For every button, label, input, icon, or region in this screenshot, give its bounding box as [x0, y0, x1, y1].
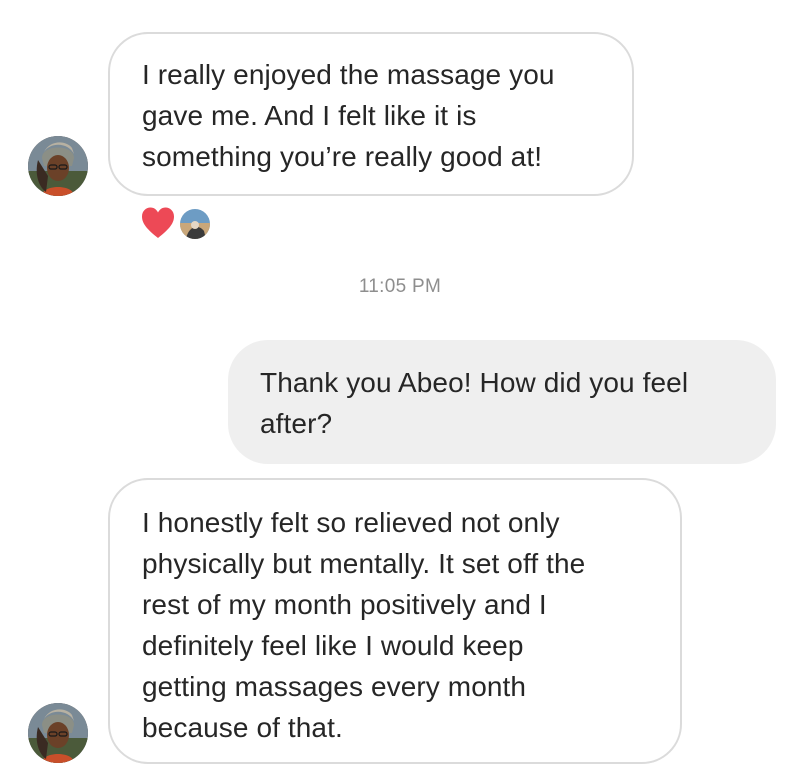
- message-thread: I really enjoyed the massage you gave me…: [0, 0, 800, 769]
- reactor-avatar: [178, 207, 212, 241]
- message-text: Thank you Abeo! How did you feel after?: [260, 367, 689, 439]
- message-bubble-incoming[interactable]: I really enjoyed the massage you gave me…: [108, 32, 634, 196]
- reactor-photo-icon: [180, 209, 210, 239]
- sender-avatar[interactable]: [28, 703, 88, 763]
- message-bubble-outgoing[interactable]: Thank you Abeo! How did you feel after?: [228, 340, 776, 464]
- message-reactions[interactable]: [140, 205, 220, 241]
- avatar-photo-icon: [28, 703, 88, 763]
- heart-icon: [142, 207, 174, 238]
- message-text: I really enjoyed the massage you gave me…: [142, 59, 555, 172]
- message-text: I honestly felt so relieved not only phy…: [142, 507, 586, 743]
- timestamp: 11:05 PM: [358, 276, 442, 297]
- message-bubble-incoming[interactable]: I honestly felt so relieved not only phy…: [108, 478, 682, 764]
- sender-avatar[interactable]: [28, 136, 88, 196]
- avatar-photo-icon: [28, 136, 88, 196]
